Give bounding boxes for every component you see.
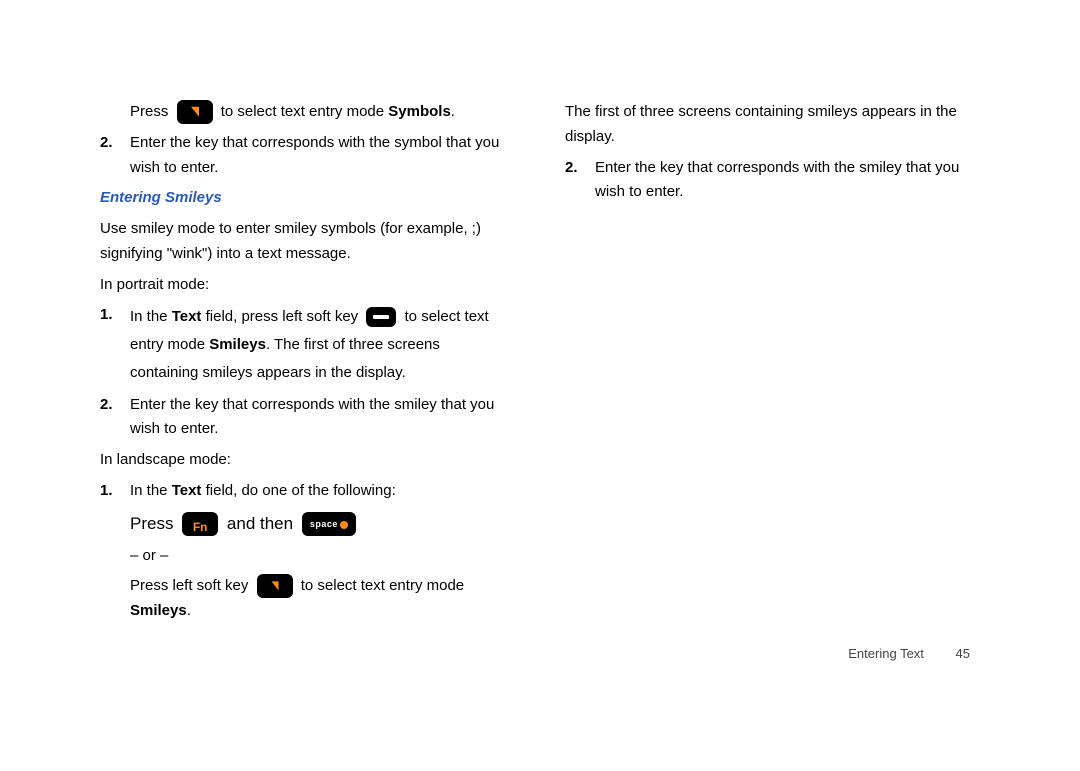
portrait-step-1: 1. In the Text field, press left soft ke… <box>100 303 505 386</box>
period: . <box>451 103 455 120</box>
text-field-word: Text <box>172 308 202 325</box>
bar-glyph-icon <box>373 315 389 319</box>
fn-key-icon: Fn <box>182 512 218 536</box>
page-footer: Entering Text 45 <box>848 646 970 661</box>
footer-section: Entering Text <box>848 646 924 661</box>
portrait-step-2: 2. Enter the key that corresponds with t… <box>100 393 505 443</box>
list-body: Enter the key that corresponds with the … <box>130 131 505 181</box>
list-number: 2. <box>100 131 130 181</box>
landscape-mode-label: In landscape mode: <box>100 448 505 473</box>
list-body: Enter the key that corresponds with the … <box>595 156 970 206</box>
space-key-dot-icon <box>340 521 348 529</box>
soft-key-bar-icon <box>366 307 396 327</box>
l1-suffix: field, do one of the following: <box>201 482 395 499</box>
press-word: Press <box>130 103 168 120</box>
text-field-word: Text <box>172 482 202 499</box>
two-column-layout: Press to select text entry mode Symbols.… <box>100 100 980 630</box>
triangle-glyph-icon <box>191 107 199 117</box>
list-number: 2. <box>100 393 130 443</box>
footer-page-number: 45 <box>956 646 970 661</box>
soft-suffix: to select text entry mode <box>301 577 464 594</box>
space-key-label: space <box>310 519 338 529</box>
soft-prefix: Press left soft key <box>130 577 253 594</box>
smileys-word: Smileys <box>209 336 266 353</box>
press-word: Press <box>130 514 178 533</box>
press-fn-space-line: Press Fn and then space <box>100 510 505 538</box>
press-suffix: to select text entry mode <box>221 103 389 120</box>
or-separator: – or – <box>100 544 505 569</box>
list-number: 2. <box>565 156 595 206</box>
period: . <box>187 602 191 619</box>
space-key-icon: space <box>302 512 356 536</box>
entering-smileys-heading: Entering Smileys <box>100 186 505 211</box>
smileys-word: Smileys <box>130 602 187 619</box>
list-body: In the Text field, do one of the followi… <box>130 479 505 504</box>
symbols-step-2: 2. Enter the key that corresponds with t… <box>100 131 505 181</box>
smileys-intro: Use smiley mode to enter smiley symbols … <box>100 217 505 267</box>
right-step-2: 2. Enter the key that corresponds with t… <box>565 156 970 206</box>
list-body: Enter the key that corresponds with the … <box>130 393 505 443</box>
list-body: In the Text field, press left soft key t… <box>130 303 505 386</box>
portrait-mode-label: In portrait mode: <box>100 273 505 298</box>
symbols-word: Symbols <box>388 103 451 120</box>
list-number: 1. <box>100 303 130 386</box>
right-column: The first of three screens containing sm… <box>565 100 970 630</box>
left-column: Press to select text entry mode Symbols.… <box>100 100 505 630</box>
soft-key-triangle-icon <box>257 574 293 598</box>
text-mid1: field, press left soft key <box>201 308 362 325</box>
press-symbols-line: Press to select text entry mode Symbols. <box>100 100 505 125</box>
triangle-glyph-icon <box>271 582 278 591</box>
and-then: and then <box>227 514 298 533</box>
list-number: 1. <box>100 479 130 504</box>
fn-key-label: Fn <box>193 520 208 534</box>
l1-prefix: In the <box>130 482 172 499</box>
first-screens-text: The first of three screens containing sm… <box>565 100 970 150</box>
manual-page: Press to select text entry mode Symbols.… <box>0 0 1080 771</box>
press-softkey-smileys-line: Press left soft key to select text entry… <box>100 574 505 624</box>
text-prefix: In the <box>130 308 172 325</box>
landscape-step-1: 1. In the Text field, do one of the foll… <box>100 479 505 504</box>
soft-key-triangle-icon <box>177 100 213 124</box>
